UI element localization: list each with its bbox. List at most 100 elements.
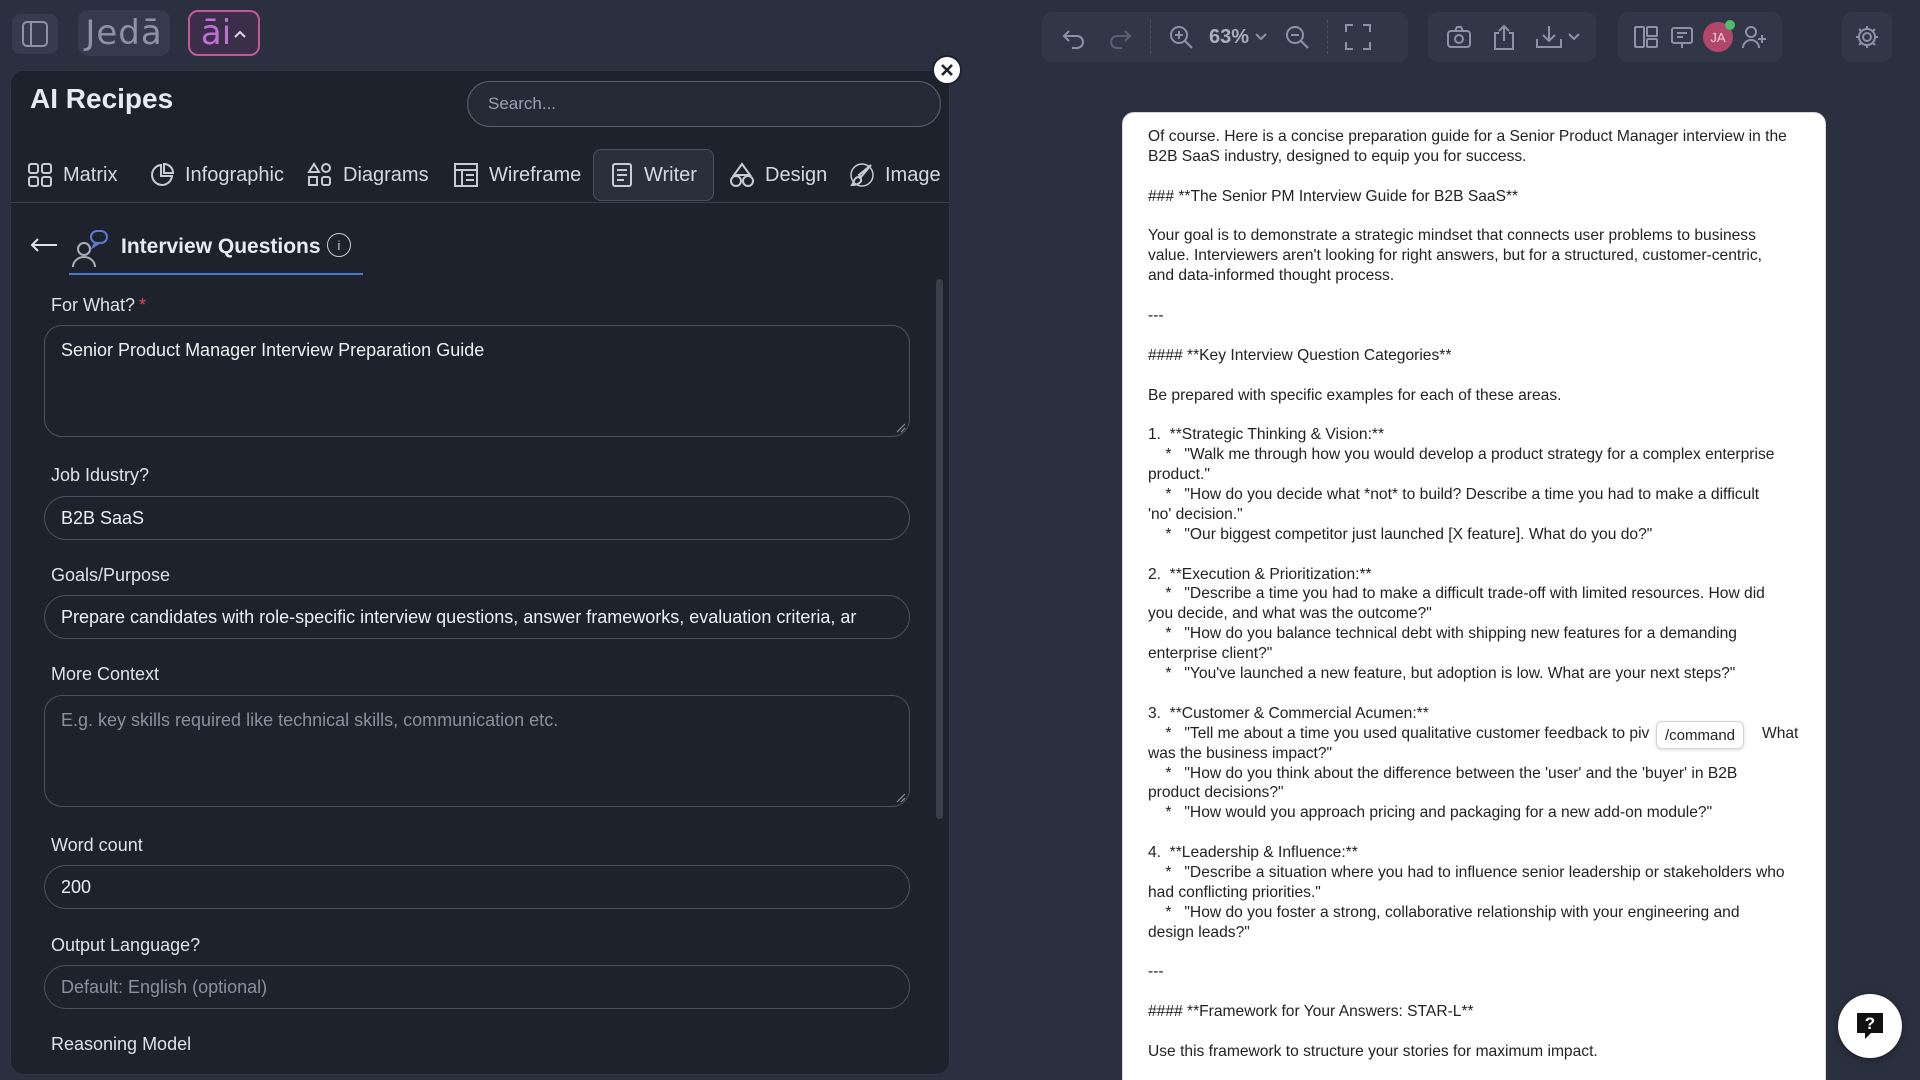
tab-infographic[interactable]: Infographic — [149, 149, 284, 201]
redo-icon — [1110, 30, 1132, 49]
document-line: Be prepared with specific examples for e… — [1148, 386, 1562, 404]
output-language-input[interactable] — [44, 965, 910, 1009]
zoom-in-icon — [1170, 26, 1193, 49]
fit-to-screen-button[interactable] — [1338, 17, 1378, 57]
document-line: design leads?" — [1148, 923, 1250, 941]
export-tools-group — [1428, 12, 1596, 62]
job-industry-input[interactable] — [44, 496, 910, 540]
document-line: * "How would you approach pricing and pa… — [1148, 804, 1713, 822]
download-button[interactable] — [1530, 17, 1584, 57]
ai-button-text: āi — [200, 13, 232, 53]
resize-handle-icon[interactable] — [896, 423, 906, 433]
help-button[interactable]: ? — [1838, 994, 1902, 1058]
undo-button[interactable] — [1054, 17, 1094, 57]
more-context-textarea[interactable] — [44, 695, 910, 807]
back-button[interactable] — [29, 235, 59, 255]
chevron-down-icon — [1255, 33, 1267, 41]
document-line: --- — [1148, 307, 1164, 325]
document-page[interactable]: Of course. Here is a concise preparation… — [1122, 112, 1826, 1080]
tab-diagrams[interactable]: Diagrams — [307, 149, 429, 201]
reasoning-model-label: Reasoning Model — [51, 1034, 192, 1054]
document-line: and data-informed thought process. — [1148, 267, 1395, 285]
view-tools-group: 63% — [1042, 12, 1408, 62]
tab-writer[interactable]: Writer — [593, 149, 714, 201]
online-status-dot — [1725, 20, 1735, 30]
info-glyph: i — [337, 237, 341, 253]
document-line: 'no' decision." — [1148, 505, 1243, 523]
word-count-input[interactable] — [44, 865, 910, 909]
invite-user-button[interactable] — [1738, 17, 1770, 57]
goals-input[interactable] — [44, 595, 910, 639]
document-line: B2B SaaS industry, designed to equip you… — [1148, 147, 1527, 165]
redo-button[interactable] — [1100, 17, 1140, 57]
settings-button[interactable] — [1847, 17, 1887, 57]
document-line: Your goal is to demonstrate a strategic … — [1148, 227, 1756, 245]
upload-icon — [1494, 24, 1515, 50]
diagram-icon — [307, 162, 331, 186]
document-line: * "Describe a time you had to make a dif… — [1148, 585, 1765, 603]
layout-toggle-button[interactable] — [1630, 17, 1662, 57]
tab-label: Matrix — [63, 163, 118, 186]
recipe-category-tabs: Matrix Infographic Diagrams Wireframe Wr… — [11, 149, 949, 203]
tab-label: Infographic — [185, 163, 284, 186]
document-line: * "How do you balance technical debt wit… — [1148, 625, 1737, 643]
grid-icon — [28, 163, 52, 187]
info-icon[interactable]: i — [327, 233, 351, 257]
document-line: 4. **Leadership & Influence:** — [1148, 844, 1358, 862]
app-logo[interactable]: Jedā — [78, 10, 170, 56]
wireframe-icon — [454, 163, 478, 187]
logo-text: Jedā — [85, 13, 163, 53]
for-what-label-text: For What? — [51, 295, 136, 315]
tab-matrix[interactable]: Matrix — [27, 149, 117, 201]
ai-menu-button[interactable]: āi — [188, 10, 260, 56]
document-line: --- — [1148, 963, 1164, 981]
presentation-button[interactable] — [1666, 17, 1698, 57]
chevron-up-icon — [234, 30, 246, 38]
resize-handle-icon[interactable] — [896, 793, 906, 803]
job-industry-label: Job Idustry? — [51, 465, 150, 485]
screenshot-button[interactable] — [1440, 17, 1479, 57]
zoom-level-value: 63% — [1209, 25, 1250, 48]
zoom-out-button[interactable] — [1277, 17, 1317, 57]
user-avatar-button[interactable]: JA — [1702, 17, 1735, 57]
tab-design[interactable]: Design — [729, 149, 827, 201]
interview-person-icon — [71, 229, 109, 269]
sidebar-icon — [22, 21, 48, 47]
undo-icon — [1062, 30, 1084, 49]
download-icon — [1535, 26, 1580, 48]
tab-wireframe[interactable]: Wireframe — [453, 149, 581, 201]
zoom-in-button[interactable] — [1161, 17, 1201, 57]
recipe-search-input[interactable] — [467, 81, 941, 127]
avatar: JA — [1703, 20, 1735, 52]
tab-label: Writer — [644, 163, 697, 186]
tab-image[interactable]: Image — [849, 149, 941, 201]
gear-icon — [1856, 26, 1878, 48]
command-tooltip[interactable]: /command — [1656, 721, 1745, 749]
zoom-out-icon — [1286, 26, 1309, 49]
document-line: * "How do you think about the difference… — [1148, 764, 1738, 782]
sidebar-toggle-button[interactable] — [12, 14, 58, 54]
zoom-level-dropdown[interactable]: 63% — [1207, 26, 1271, 49]
document-text[interactable]: Of course. Here is a concise preparation… — [1148, 127, 1813, 1062]
toolbar-divider — [1150, 20, 1151, 54]
document-line: product." — [1148, 466, 1210, 484]
close-panel-button[interactable] — [932, 55, 962, 85]
for-what-textarea[interactable]: Senior Product Manager Interview Prepara… — [44, 325, 910, 437]
top-toolbar: Jedā āi 63% JA — [0, 0, 1920, 70]
share-button[interactable] — [1485, 17, 1524, 57]
document-line: Of course. Here is a concise preparation… — [1148, 128, 1787, 145]
settings-group — [1842, 12, 1892, 62]
fit-screen-icon — [1345, 24, 1372, 50]
document-line: * "Walk me through how you would develop… — [1148, 446, 1775, 464]
panel-scrollbar[interactable] — [936, 279, 943, 819]
more-context-label: More Context — [51, 664, 160, 684]
document-line: value. Interviewers aren't looking for r… — [1148, 247, 1762, 265]
tab-label: Diagrams — [343, 163, 429, 186]
